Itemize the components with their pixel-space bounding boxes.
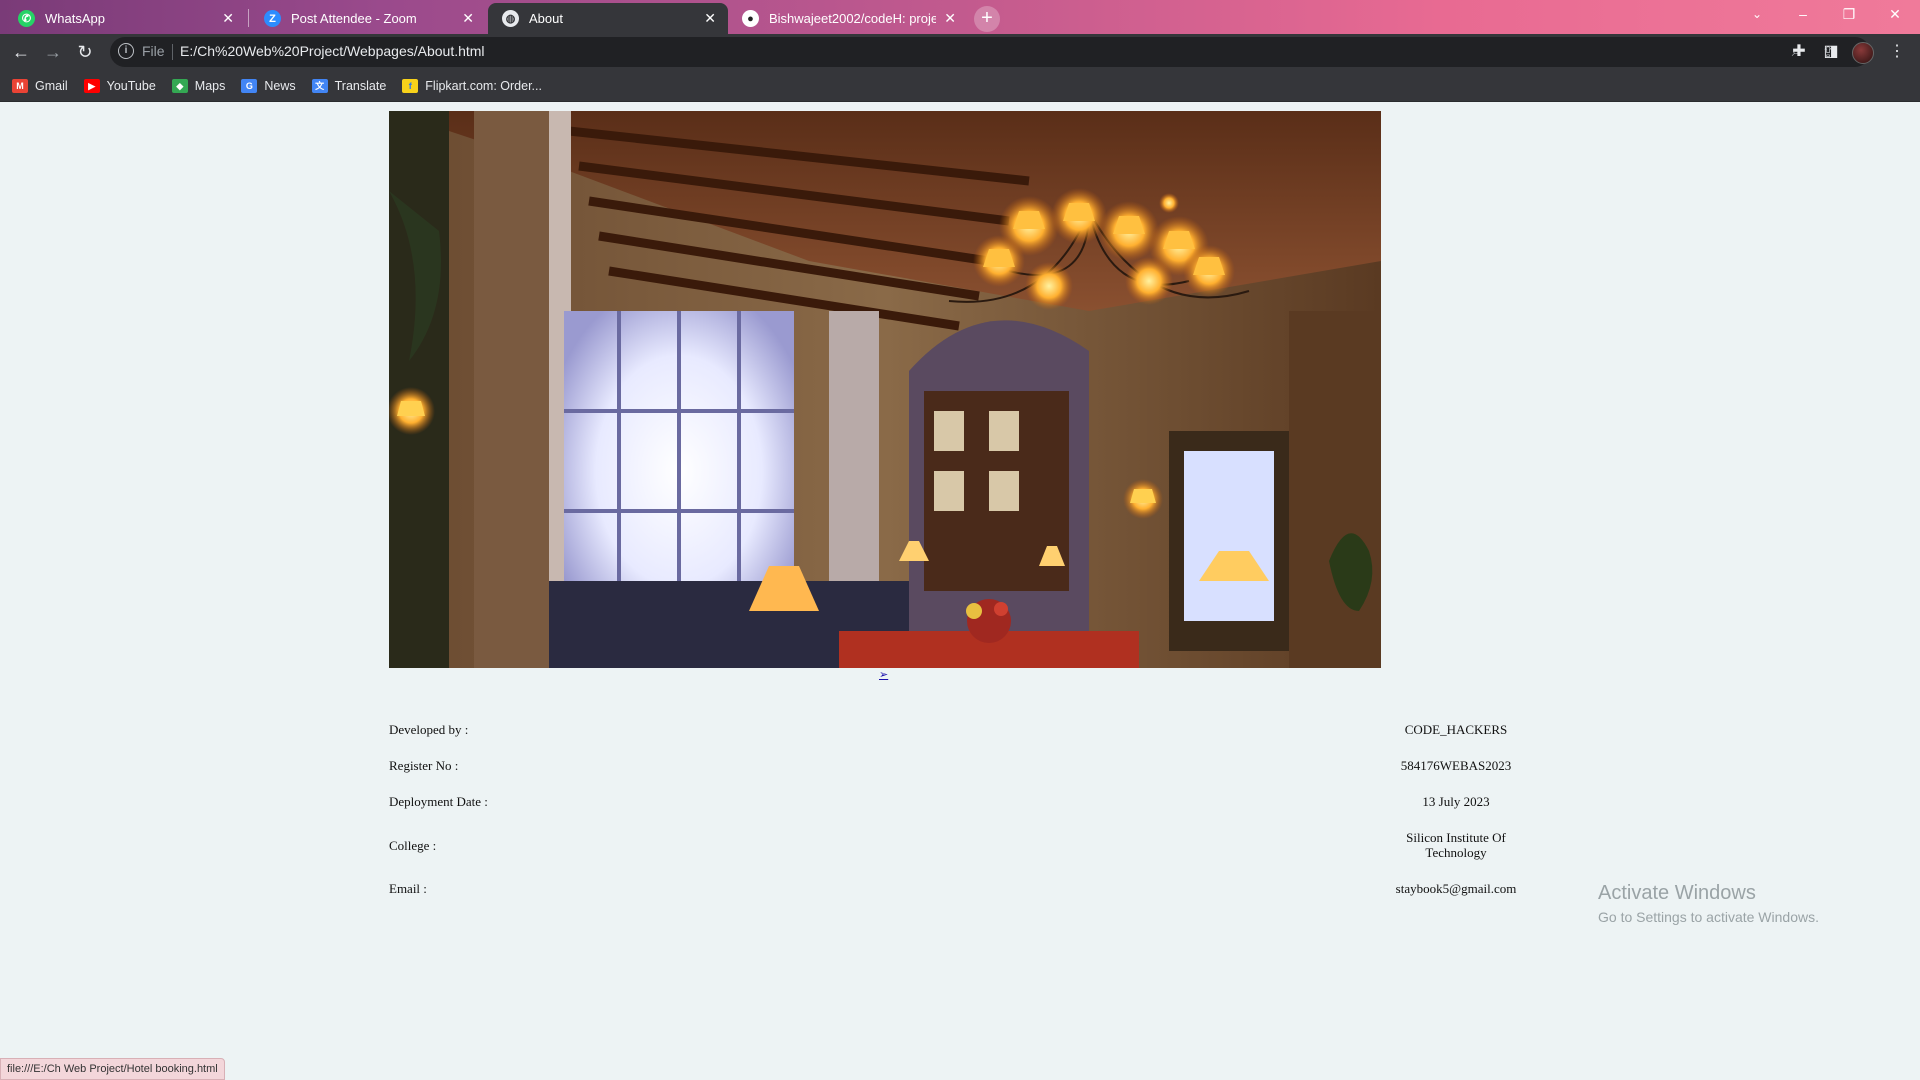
news-icon: G — [241, 78, 258, 93]
gmail-icon: M — [12, 78, 28, 93]
bookmark-flipkart[interactable]: f Flipkart.com: Order... — [402, 78, 542, 93]
bookmark-maps[interactable]: ◆ Maps — [171, 78, 226, 93]
bookmarks-bar: M Gmail ▶ YouTube ◆ Maps G News 文 Transl… — [0, 70, 1920, 102]
reload-button[interactable]: ↻ — [72, 39, 98, 65]
browser-toolbar: ← → ↻ i File E:/Ch%20Web%20Project/Webpa… — [0, 34, 1920, 70]
bookmark-label: Flipkart.com: Order... — [425, 78, 542, 93]
whatsapp-icon: ✆ — [18, 10, 35, 27]
tab-title: Bishwajeet2002/codeH: project — [769, 11, 937, 26]
college-value: Silicon Institute Of Technology — [1406, 830, 1506, 860]
bookmark-label: Maps — [194, 78, 226, 93]
menu-icon[interactable]: ⋮ — [1884, 39, 1910, 65]
tab-zoom[interactable]: Z Post Attendee - Zoom ✕ — [250, 3, 486, 34]
tab-github[interactable]: ● Bishwajeet2002/codeH: project ✕ — [728, 3, 968, 34]
bookmark-label: Gmail — [35, 78, 68, 93]
tab-title: About — [529, 11, 563, 26]
bookmark-gmail[interactable]: M Gmail — [12, 78, 68, 93]
close-icon[interactable]: ✕ — [704, 10, 716, 27]
hotel-lobby-image — [389, 111, 1381, 668]
bookmark-label: YouTube — [106, 78, 156, 93]
hotel-lobby-illustration — [389, 111, 1381, 668]
tab-title: Post Attendee - Zoom — [291, 11, 417, 26]
minimize-button[interactable]: – — [1780, 0, 1826, 30]
globe-icon: ◍ — [502, 10, 519, 27]
developed-by-value: CODE_HACKERS — [1404, 722, 1508, 737]
tab-title: WhatsApp — [45, 11, 105, 26]
url-text[interactable]: E:/Ch%20Web%20Project/Webpages/About.htm… — [180, 43, 485, 59]
close-icon[interactable]: ✕ — [944, 10, 956, 27]
college-label: College : — [389, 838, 437, 853]
address-bar[interactable]: i File E:/Ch%20Web%20Project/Webpages/Ab… — [110, 37, 1870, 67]
translate-icon: 文 — [311, 78, 328, 93]
maps-icon: ◆ — [171, 78, 188, 93]
close-icon[interactable]: ✕ — [222, 10, 234, 27]
avatar[interactable] — [1852, 42, 1874, 64]
forward-button[interactable]: → — [40, 39, 66, 65]
tab-strip: ✆ WhatsApp ✕ Z Post Attendee - Zoom ✕ ◍ … — [0, 0, 1920, 34]
page-content: ➢ Developed by : CODE_HACKERS Register N… — [0, 102, 1920, 1080]
tab-separator — [248, 9, 249, 27]
developed-by-label: Developed by : — [389, 722, 469, 737]
extensions-icon[interactable]: ✚ — [1786, 39, 1812, 65]
close-window-button[interactable]: ✕ — [1872, 0, 1918, 30]
tab-whatsapp[interactable]: ✆ WhatsApp ✕ — [4, 3, 246, 34]
restore-button[interactable]: ❐ — [1826, 0, 1872, 30]
youtube-icon: ▶ — [83, 78, 100, 93]
bookmark-news[interactable]: G News — [241, 78, 296, 93]
deployment-date-value: 13 July 2023 — [1422, 794, 1490, 809]
back-button[interactable]: ← — [8, 39, 34, 65]
watermark-title: Activate Windows — [1598, 882, 1756, 904]
info-icon[interactable]: i — [118, 43, 134, 59]
register-no-label: Register No : — [389, 758, 459, 773]
watermark-subtitle: Go to Settings to activate Windows. — [1598, 909, 1819, 925]
new-tab-button[interactable]: + — [974, 6, 1000, 32]
deployment-date-label: Deployment Date : — [389, 794, 488, 809]
zoom-icon: Z — [264, 10, 281, 27]
email-value: staybook5@gmail.com — [1395, 881, 1517, 896]
close-icon[interactable]: ✕ — [462, 10, 474, 27]
activate-windows-watermark: Activate Windows Go to Settings to activ… — [1598, 882, 1819, 925]
email-label: Email : — [389, 881, 427, 896]
divider — [172, 44, 173, 60]
scheme-label: File — [142, 43, 165, 59]
tab-about[interactable]: ◍ About ✕ — [488, 3, 728, 34]
register-no-value: 584176WEBAS2023 — [1400, 758, 1512, 773]
side-panel-icon[interactable]: ◨ — [1818, 39, 1844, 65]
bookmark-youtube[interactable]: ▶ YouTube — [83, 78, 156, 93]
bookmark-translate[interactable]: 文 Translate — [311, 78, 387, 93]
bookmark-label: News — [264, 78, 296, 93]
status-bar: file:///E:/Ch Web Project/Hotel booking.… — [0, 1058, 225, 1080]
flipkart-icon: f — [402, 78, 419, 93]
github-icon: ● — [742, 10, 759, 27]
bookmark-label: Translate — [334, 78, 387, 93]
tab-search-icon[interactable]: ⌄ — [1734, 0, 1780, 30]
image-link[interactable]: ➢ — [879, 668, 888, 681]
